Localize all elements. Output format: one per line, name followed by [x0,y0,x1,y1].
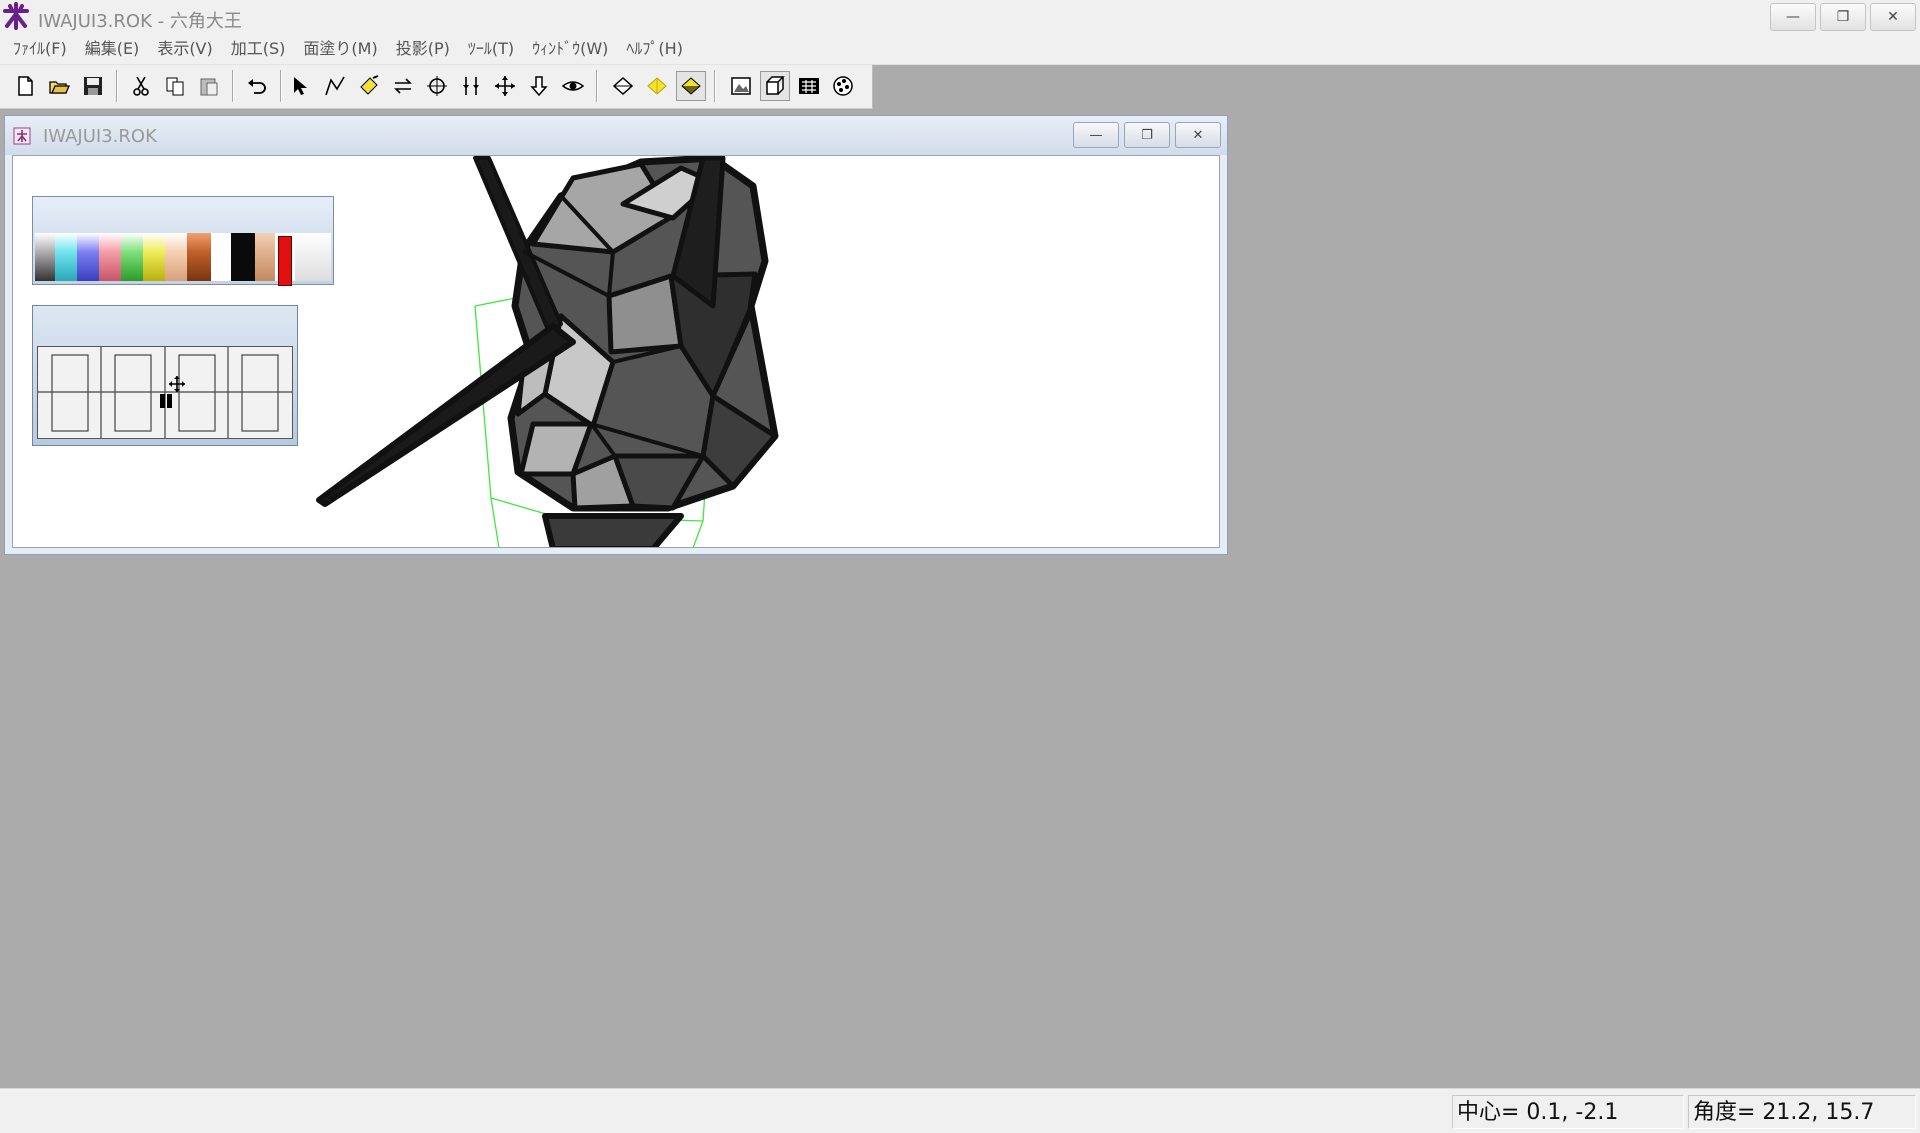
document-close-button[interactable]: ✕ [1175,122,1221,148]
swatch-5[interactable] [121,233,143,281]
document-window: IWAJUI3.ROK — ❐ ✕ [4,115,1228,555]
palette-swatches [35,233,331,286]
3d-viewport[interactable] [12,155,1220,548]
cut-icon[interactable] [126,71,156,101]
title-bar: IWAJUI3.ROK - 六角大王 — ❐ ✕ [0,0,1920,35]
menu-projection[interactable]: 投影(P) [387,34,459,64]
app-logo-icon [3,2,29,30]
menu-tools[interactable]: ﾂｰﾙ(T) [459,34,523,64]
restore-button[interactable]: ❐ [1820,3,1866,31]
open-folder-icon[interactable] [44,71,74,101]
swatch-10[interactable] [231,233,255,281]
document-title-bar[interactable]: IWAJUI3.ROK — ❐ ✕ [5,116,1227,155]
new-file-icon[interactable] [10,71,40,101]
minimize-button[interactable]: — [1770,3,1816,31]
document-title: IWAJUI3.ROK [43,126,157,147]
menu-help[interactable]: ﾍﾙﾌﾟ(H) [617,34,692,64]
toolbar [0,65,873,109]
polyline-icon[interactable] [320,71,350,101]
save-icon[interactable] [78,71,108,101]
view-front-icon[interactable] [608,71,638,101]
rotate-icon[interactable] [422,71,452,101]
center-readout: 中心= 0.1, -2.1 [1452,1095,1684,1129]
paste-icon[interactable] [194,71,224,101]
render-icon[interactable] [726,71,756,101]
light-icon[interactable] [642,71,672,101]
menu-file[interactable]: ﾌｧｲﾙ(F) [4,34,76,64]
close-button[interactable]: ✕ [1870,3,1916,31]
material-icon[interactable] [828,71,858,101]
status-bar: 中心= 0.1, -2.1 角度= 21.2, 15.7 [0,1088,1920,1133]
angle-readout: 角度= 21.2, 15.7 [1688,1095,1916,1129]
swatch-4[interactable] [99,233,121,281]
swatch-9[interactable] [211,233,231,281]
menu-view[interactable]: 表示(V) [148,34,221,64]
mirror-icon[interactable] [456,71,486,101]
swatch-7[interactable] [165,233,187,281]
copy-icon[interactable] [160,71,190,101]
menu-paint[interactable]: 面塗り(M) [294,34,386,64]
document-restore-button[interactable]: ❐ [1124,122,1170,148]
swatch-8[interactable] [187,233,211,281]
cube-icon[interactable] [760,71,790,101]
move-cursor-icon [169,376,185,392]
window-title: IWAJUI3.ROK - 六角大王 [38,11,242,32]
color-palette [32,196,334,286]
swatch-2[interactable] [55,233,77,281]
grid-view-icon[interactable] [794,71,824,101]
swatch-6[interactable] [143,233,165,281]
view-navigator [32,305,298,446]
swatch-11[interactable] [255,233,275,281]
pull-icon[interactable] [524,71,554,101]
document-minimize-button[interactable]: — [1073,122,1119,148]
menu-bar: ﾌｧｲﾙ(F) 編集(E) 表示(V) 加工(S) 面塗り(M) 投影(P) ﾂ… [0,34,1920,65]
menu-process[interactable]: 加工(S) [222,34,295,64]
swatch-13[interactable] [295,233,331,281]
swap-icon[interactable] [388,71,418,101]
document-icon [13,127,31,145]
swatch-3[interactable] [77,233,99,281]
view-shade-icon[interactable] [676,71,706,101]
eye-icon[interactable] [558,71,588,101]
paint-icon[interactable] [354,71,384,101]
swatch-12-selected[interactable] [275,233,295,286]
menu-edit[interactable]: 編集(E) [76,34,149,64]
menu-window[interactable]: ｳｨﾝﾄﾞｳ(W) [523,34,617,64]
select-arrow-icon[interactable] [286,71,316,101]
swatch-1[interactable] [35,233,55,281]
move-icon[interactable] [490,71,520,101]
undo-icon[interactable] [242,71,272,101]
view-navigator-grid[interactable] [37,346,293,439]
